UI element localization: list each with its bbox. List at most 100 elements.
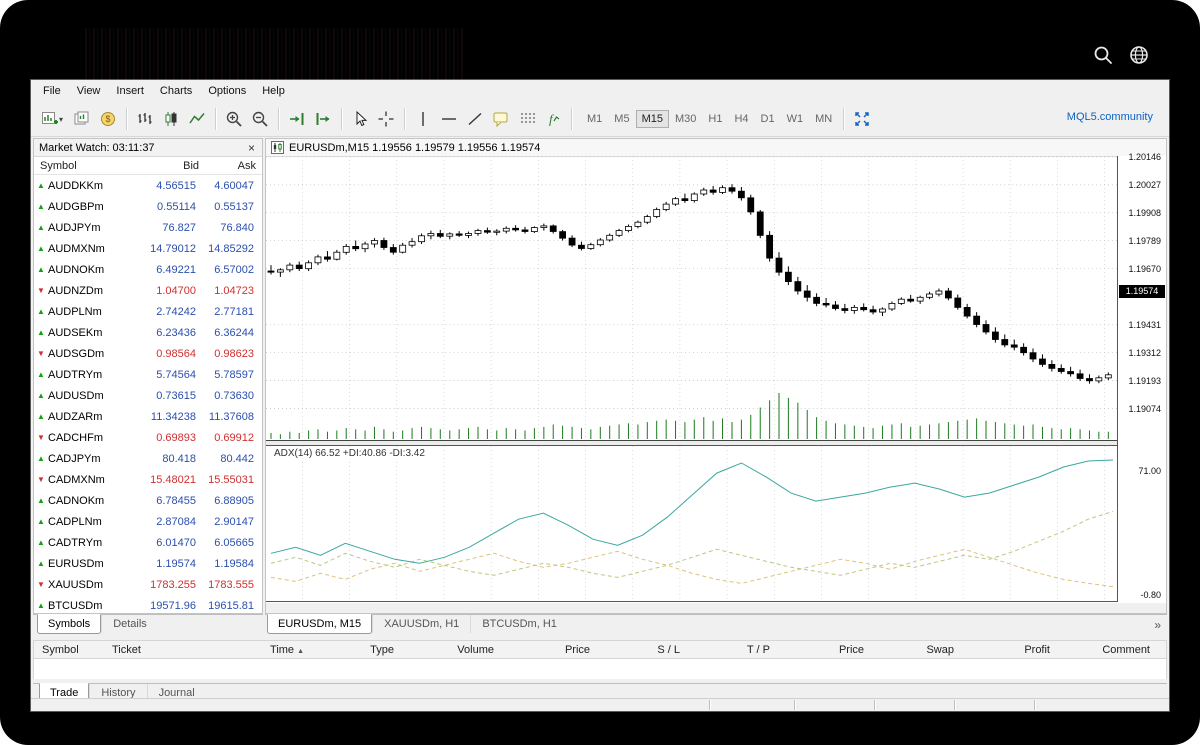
bar-chart-mode-button[interactable] [132,107,158,131]
chart-shift-button[interactable] [310,107,336,131]
timeframe-m30[interactable]: M30 [669,110,702,128]
symbol-name: AUDPLNm [48,306,126,318]
ask-value: 11.37608 [196,411,260,423]
search-icon[interactable] [1092,44,1114,66]
trade-column-profit[interactable]: Profit [956,644,1052,656]
mql5-community-link[interactable]: MQL5.community [1067,111,1153,123]
market-watch-row[interactable]: ▼CADCHFm0.698930.69912 [34,427,262,448]
sort-ascending-icon: ▲ [297,648,304,655]
menu-insert[interactable]: Insert [108,82,152,100]
cursor-button[interactable] [347,107,373,131]
auto-scroll-button[interactable] [284,107,310,131]
market-watch-row[interactable]: ▲CADTRYm6.014706.05665 [34,532,262,553]
ask-value: 15.55031 [196,474,260,486]
trade-column-price[interactable]: Price [772,644,866,656]
menu-options[interactable]: Options [200,82,254,100]
text-label-tool-button[interactable] [488,107,514,131]
adx-indicator-panel[interactable] [266,445,1118,602]
ask-value: 0.73630 [196,390,260,402]
horizontal-line-tool-button[interactable] [436,107,462,131]
close-icon[interactable]: × [246,143,257,153]
timeframe-w1[interactable]: W1 [781,110,810,128]
timeframe-mn[interactable]: MN [809,110,838,128]
chart-tab-eurusdm-m15[interactable]: EURUSDm, M15 [267,614,372,634]
grid-levels-button[interactable] [514,107,540,131]
chart-tab-xauusdm-h1[interactable]: XAUUSDm, H1 [372,615,470,633]
tab-symbols[interactable]: Symbols [37,614,101,634]
price-axis[interactable]: 71.00 -0.80 1.201461.200271.199081.19789… [1117,156,1166,601]
globe-icon[interactable] [1128,44,1150,66]
trade-column-ticket[interactable]: Ticket [104,644,214,656]
market-watch-row[interactable]: ▲CADNOKm6.784556.88905 [34,490,262,511]
crosshair-button[interactable] [373,107,399,131]
ask-value: 6.36244 [196,327,260,339]
trade-column-t-p[interactable]: T / P [682,644,772,656]
chart-window[interactable]: EURUSDm,M15 1.19556 1.19579 1.19556 1.19… [265,138,1167,614]
price-chart[interactable] [266,156,1118,441]
ask-value: 4.60047 [196,180,260,192]
toolbar-separator [215,108,216,130]
status-bar [31,698,1169,711]
market-watch-row[interactable]: ▲AUDDKKm4.565154.60047 [34,175,262,196]
menu-view[interactable]: View [69,82,109,100]
market-watch-row[interactable]: ▲AUDJPYm76.82776.840 [34,217,262,238]
trendline-tool-button[interactable] [462,107,488,131]
trade-column-type[interactable]: Type [306,644,396,656]
trade-column-time[interactable]: Time▲ [214,644,306,656]
bid-value: 15.48021 [126,474,196,486]
market-watch-row[interactable]: ▲AUDGBPm0.551140.55137 [34,196,262,217]
menu-charts[interactable]: Charts [152,82,200,100]
tick-up-arrow-icon: ▲ [34,370,48,379]
timeframe-d1[interactable]: D1 [755,110,781,128]
market-watch-row[interactable]: ▲AUDMXNm14.7901214.85292 [34,238,262,259]
trade-column-comment[interactable]: Comment [1052,644,1152,656]
trade-column-swap[interactable]: Swap [866,644,956,656]
market-watch-row[interactable]: ▼XAUUSDm1783.2551783.555 [34,574,262,595]
market-watch-row[interactable]: ▲AUDZARm11.3423811.37608 [34,406,262,427]
market-watch-row[interactable]: ▲AUDSEKm6.234366.36244 [34,322,262,343]
trade-column-s-l[interactable]: S / L [592,644,682,656]
profiles-button[interactable] [69,107,95,131]
zoom-in-button[interactable] [221,107,247,131]
ask-value: 2.90147 [196,516,260,528]
market-watch-row[interactable]: ▼AUDNZDm1.047001.04723 [34,280,262,301]
market-watch-column-header: Symbol Bid Ask [34,157,262,175]
trade-column-volume[interactable]: Volume [396,644,496,656]
new-chart-dropdown-caret[interactable]: ▾ [59,115,69,124]
trade-list-area[interactable] [33,659,1167,679]
market-watch-row[interactable]: ▲CADPLNm2.870842.90147 [34,511,262,532]
more-charts-chevron[interactable]: » [1154,618,1161,632]
trade-column-symbol[interactable]: Symbol [34,644,104,656]
candlestick-mode-button[interactable] [158,107,184,131]
trade-column-price[interactable]: Price [496,644,592,656]
market-watch-row[interactable]: ▲AUDPLNm2.742422.77181 [34,301,262,322]
timeframe-m5[interactable]: M5 [608,110,635,128]
line-chart-mode-button[interactable] [184,107,210,131]
indicators-button[interactable]: f [540,107,566,131]
market-watch-rows: ▲AUDDKKm4.565154.60047▲AUDGBPm0.551140.5… [34,175,262,614]
market-watch-row[interactable]: ▲CADJPYm80.41880.442 [34,448,262,469]
trade-column-label: T / P [747,644,770,656]
timeframe-m1[interactable]: M1 [581,110,608,128]
column-symbol[interactable]: Symbol [34,160,130,172]
new-order-button[interactable]: $ [95,107,121,131]
column-bid[interactable]: Bid [130,160,199,172]
fullscreen-button[interactable] [849,107,875,131]
market-watch-row[interactable]: ▼AUDSGDm0.985640.98623 [34,343,262,364]
chart-tab-btcusdm-h1[interactable]: BTCUSDm, H1 [470,615,568,633]
zoom-out-button[interactable] [247,107,273,131]
column-ask[interactable]: Ask [199,160,262,172]
menu-file[interactable]: File [35,82,69,100]
timeframe-h1[interactable]: H1 [702,110,728,128]
market-watch-row[interactable]: ▲AUDTRYm5.745645.78597 [34,364,262,385]
market-watch-row[interactable]: ▲AUDNOKm6.492216.57002 [34,259,262,280]
timeframe-h4[interactable]: H4 [728,110,754,128]
market-watch-row[interactable]: ▲BTCUSDm19571.9619615.81 [34,595,262,614]
market-watch-row[interactable]: ▼CADMXNm15.4802115.55031 [34,469,262,490]
market-watch-row[interactable]: ▲EURUSDm1.195741.19584 [34,553,262,574]
vertical-line-tool-button[interactable] [410,107,436,131]
menu-help[interactable]: Help [254,82,293,100]
market-watch-row[interactable]: ▲AUDUSDm0.736150.73630 [34,385,262,406]
tab-details[interactable]: Details [101,615,158,633]
timeframe-m15[interactable]: M15 [636,110,669,128]
